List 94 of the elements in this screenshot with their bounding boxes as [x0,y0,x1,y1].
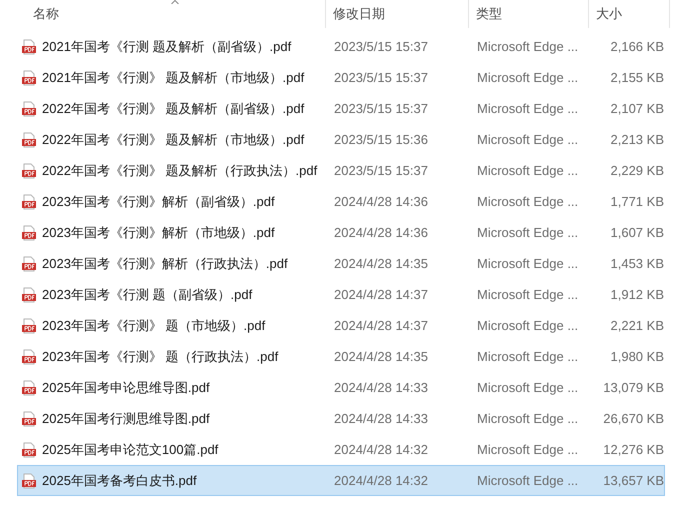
pdf-file-icon [21,348,37,364]
file-row[interactable]: 2023年国考《行测》解析（副省级）.pdf 2024/4/28 14:36 Microsoft Edge ... 1,771 KB [17,186,665,217]
file-name: 2023年国考《行测》解析（行政执法）.pdf [42,254,288,273]
file-row[interactable]: 2023年国考《行测 题（副省级）.pdf 2024/4/28 14:37 Microsoft Edge ... 1,912 KB [17,279,665,310]
file-type: Microsoft Edge ... [477,162,578,178]
file-name: 2021年国考《行测 题及解析（副省级）.pdf [42,38,292,56]
modified-date: 2023/5/15 15:36 [334,132,428,147]
file-size: 2,166 KB [610,38,664,56]
file-size: 26,670 KB [603,410,664,428]
modified-date: 2024/4/28 14:33 [334,410,428,426]
pdf-file-icon [21,70,37,86]
file-row[interactable]: 2021年国考《行测 题及解析（副省级）.pdf 2023/5/15 15:37 Microsoft Edge ... 2,166 KB [17,31,665,62]
file-type: Microsoft Edge ... [477,380,578,395]
pdf-file-icon [21,38,37,54]
file-type: Microsoft Edge ... [477,472,578,488]
file-row[interactable]: 2021年国考《行测》 题及解析（市地级）.pdf 2023/5/15 15:37 Microsoft Edge ... 2,155 KB [17,62,665,93]
file-size: 12,276 KB [603,440,664,459]
pdf-file-icon [21,472,37,488]
file-size: 2,107 KB [610,100,664,118]
file-name: 2023年国考《行测》解析（副省级）.pdf [42,192,275,211]
file-type: Microsoft Edge ... [477,318,578,333]
pdf-file-icon [21,410,37,426]
modified-date: 2024/4/28 14:37 [334,286,428,302]
file-size: 1,607 KB [610,224,664,242]
file-row[interactable]: 2023年国考《行测》解析（行政执法）.pdf 2024/4/28 14:35 Microsoft Edge ... 1,453 KB [17,248,665,279]
modified-date: 2024/4/28 14:32 [334,472,428,488]
file-name: 2025年国考行测思维导图.pdf [42,410,210,428]
pdf-file-icon [21,442,37,458]
modified-date: 2024/4/28 14:35 [334,256,428,271]
file-name: 2022年国考《行测》 题及解析（行政执法）.pdf [42,162,318,180]
file-row[interactable]: 2022年国考《行测》 题及解析（行政执法）.pdf 2023/5/15 15:37 Microsoft Edge ... 2,229 KB [17,155,665,186]
pdf-file-icon [21,194,37,210]
modified-date: 2024/4/28 14:33 [334,380,428,395]
file-type: Microsoft Edge ... [477,132,578,147]
file-type: Microsoft Edge ... [477,38,578,54]
file-row[interactable]: 2023年国考《行测》 题（市地级）.pdf 2024/4/28 14:37 Microsoft Edge ... 2,221 KB [17,310,665,341]
file-size: 2,155 KB [610,68,664,87]
file-size: 2,221 KB [610,316,664,335]
file-type: Microsoft Edge ... [477,70,578,85]
column-header[interactable]: 类型 [469,0,589,28]
modified-date: 2024/4/28 14:37 [334,318,428,333]
file-row[interactable]: 2023年国考《行测》解析（市地级）.pdf 2024/4/28 14:36 Microsoft Edge ... 1,607 KB [17,217,665,248]
file-row[interactable]: 2025年国考行测思维导图.pdf 2024/4/28 14:33 Microsoft Edge ... 26,670 KB [17,403,665,434]
file-name: 2021年国考《行测》 题及解析（市地级）.pdf [42,68,304,87]
column-header[interactable]: 名称 [17,0,326,28]
file-type: Microsoft Edge ... [477,442,578,457]
file-name: 2025年国考申论范文100篇.pdf [42,440,218,459]
file-type: Microsoft Edge ... [477,224,578,240]
file-name: 2023年国考《行测》 题（市地级）.pdf [42,316,266,335]
file-size: 2,229 KB [610,162,664,180]
pdf-file-icon [21,318,37,334]
file-name: 2025年国考备考白皮书.pdf [42,472,197,490]
pdf-file-icon [21,256,37,272]
modified-date: 2023/5/15 15:37 [334,100,428,116]
file-size: 1,771 KB [610,192,664,211]
file-row[interactable]: 2025年国考备考白皮书.pdf 2024/4/28 14:32 Microsoft Edge ... 13,657 KB [17,465,665,496]
pdf-file-icon [21,224,37,240]
pdf-file-icon [21,132,37,148]
file-name: 2025年国考申论思维导图.pdf [42,378,210,397]
modified-date: 2024/4/28 14:36 [334,194,428,209]
file-type: Microsoft Edge ... [477,256,578,271]
file-size: 13,657 KB [603,472,664,490]
file-row[interactable]: 2025年国考申论思维导图.pdf 2024/4/28 14:33 Microsoft Edge ... 13,079 KB [17,372,665,403]
modified-date: 2024/4/28 14:35 [334,348,428,364]
pdf-file-icon [21,162,37,178]
file-size: 2,213 KB [610,130,664,149]
modified-date: 2023/5/15 15:37 [334,70,428,85]
file-type: Microsoft Edge ... [477,194,578,209]
file-name: 2022年国考《行测》 题及解析（副省级）.pdf [42,100,304,118]
file-name: 2023年国考《行测》解析（市地级）.pdf [42,224,275,242]
file-name: 2023年国考《行测》 题（行政执法）.pdf [42,348,278,366]
file-name: 2023年国考《行测 题（副省级）.pdf [42,286,252,304]
file-row[interactable]: 2025年国考申论范文100篇.pdf 2024/4/28 14:32 Microsoft Edge ... 12,276 KB [17,434,665,465]
file-type: Microsoft Edge ... [477,410,578,426]
file-row[interactable]: 2022年国考《行测》 题及解析（副省级）.pdf 2023/5/15 15:37 Microsoft Edge ... 2,107 KB [17,93,665,124]
file-size: 1,912 KB [610,286,664,304]
modified-date: 2023/5/15 15:37 [334,38,428,54]
file-row[interactable]: 2022年国考《行测》 题及解析（市地级）.pdf 2023/5/15 15:36 Microsoft Edge ... 2,213 KB [17,124,665,155]
file-size: 1,980 KB [610,348,664,366]
modified-date: 2024/4/28 14:36 [334,224,428,240]
column-header[interactable]: 修改日期 [326,0,469,28]
file-size: 1,453 KB [610,254,664,273]
pdf-file-icon [21,100,37,116]
file-row[interactable]: 2023年国考《行测》 题（行政执法）.pdf 2024/4/28 14:35 Microsoft Edge ... 1,980 KB [17,341,665,372]
column-header[interactable]: 大小 [589,0,670,28]
file-name: 2022年国考《行测》 题及解析（市地级）.pdf [42,130,304,149]
pdf-file-icon [21,380,37,396]
modified-date: 2024/4/28 14:32 [334,442,428,457]
file-size: 13,079 KB [603,378,664,397]
file-type: Microsoft Edge ... [477,286,578,302]
file-type: Microsoft Edge ... [477,100,578,116]
pdf-file-icon [21,286,37,302]
file-type: Microsoft Edge ... [477,348,578,364]
modified-date: 2023/5/15 15:37 [334,162,428,178]
